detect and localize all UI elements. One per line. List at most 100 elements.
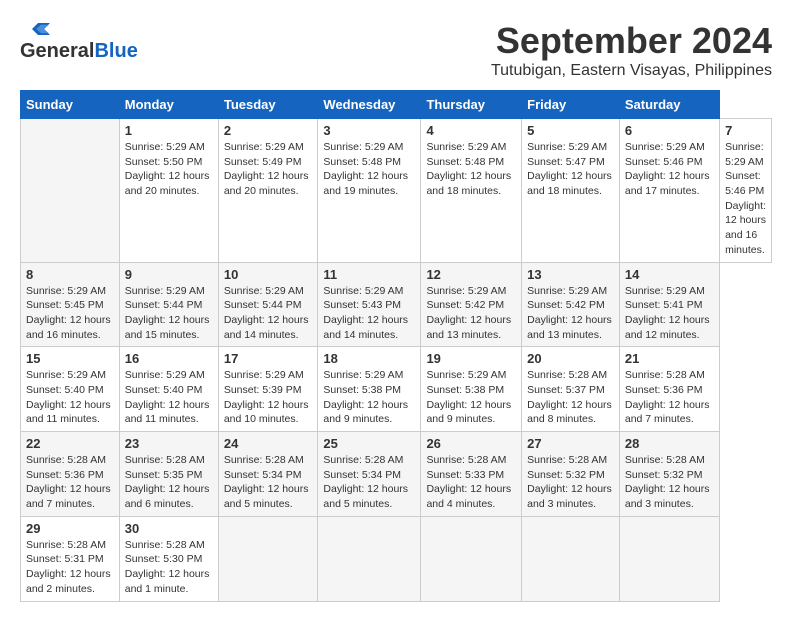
day-number: 7 bbox=[725, 123, 766, 138]
day-info: Sunrise: 5:28 AMSunset: 5:36 PMDaylight:… bbox=[26, 453, 114, 512]
calendar-cell: 21 Sunrise: 5:28 AMSunset: 5:36 PMDayligh… bbox=[619, 347, 719, 432]
calendar-cell: 27 Sunrise: 5:28 AMSunset: 5:32 PMDayligh… bbox=[522, 432, 620, 517]
calendar-cell: 30Sunrise: 5:28 AMSunset: 5:30 PMDayligh… bbox=[119, 516, 218, 601]
calendar-cell: 7 Sunrise: 5:29 AMSunset: 5:46 PMDaylight… bbox=[720, 119, 772, 263]
day-number: 15 bbox=[26, 351, 114, 366]
calendar-cell: 10 Sunrise: 5:29 AMSunset: 5:44 PMDayligh… bbox=[218, 262, 318, 347]
calendar-cell: 28 Sunrise: 5:28 AMSunset: 5:32 PMDayligh… bbox=[619, 432, 719, 517]
day-number: 17 bbox=[224, 351, 313, 366]
day-info: Sunrise: 5:29 AMSunset: 5:50 PMDaylight:… bbox=[125, 140, 213, 199]
day-info: Sunrise: 5:28 AMSunset: 5:37 PMDaylight:… bbox=[527, 368, 614, 427]
col-header-saturday: Saturday bbox=[619, 91, 719, 119]
calendar-cell: 23Sunrise: 5:28 AMSunset: 5:35 PMDayligh… bbox=[119, 432, 218, 517]
week-row-1: 1 Sunrise: 5:29 AMSunset: 5:50 PMDaylight… bbox=[21, 119, 772, 263]
week-row-4: 22 Sunrise: 5:28 AMSunset: 5:36 PMDayligh… bbox=[21, 432, 772, 517]
day-number: 9 bbox=[125, 267, 213, 282]
day-number: 22 bbox=[26, 436, 114, 451]
col-header-sunday: Sunday bbox=[21, 91, 120, 119]
day-info: Sunrise: 5:28 AMSunset: 5:35 PMDaylight:… bbox=[125, 453, 213, 512]
day-number: 13 bbox=[527, 267, 614, 282]
calendar-cell: 3 Sunrise: 5:29 AMSunset: 5:48 PMDaylight… bbox=[318, 119, 421, 263]
day-number: 25 bbox=[323, 436, 415, 451]
day-info: Sunrise: 5:29 AMSunset: 5:48 PMDaylight:… bbox=[426, 140, 516, 199]
day-number: 10 bbox=[224, 267, 313, 282]
calendar-cell: 6 Sunrise: 5:29 AMSunset: 5:46 PMDaylight… bbox=[619, 119, 719, 263]
day-info: Sunrise: 5:29 AMSunset: 5:46 PMDaylight:… bbox=[625, 140, 714, 199]
header-row: SundayMondayTuesdayWednesdayThursdayFrid… bbox=[21, 91, 772, 119]
day-info: Sunrise: 5:28 AMSunset: 5:32 PMDaylight:… bbox=[625, 453, 714, 512]
calendar-cell: 17 Sunrise: 5:29 AMSunset: 5:39 PMDayligh… bbox=[218, 347, 318, 432]
day-info: Sunrise: 5:29 AMSunset: 5:49 PMDaylight:… bbox=[224, 140, 313, 199]
calendar-cell: 4 Sunrise: 5:29 AMSunset: 5:48 PMDaylight… bbox=[421, 119, 522, 263]
calendar-cell: 18 Sunrise: 5:29 AMSunset: 5:38 PMDayligh… bbox=[318, 347, 421, 432]
calendar-cell bbox=[318, 516, 421, 601]
week-row-5: 29 Sunrise: 5:28 AMSunset: 5:31 PMDayligh… bbox=[21, 516, 772, 601]
day-info: Sunrise: 5:29 AMSunset: 5:39 PMDaylight:… bbox=[224, 368, 313, 427]
calendar-cell: 8Sunrise: 5:29 AMSunset: 5:45 PMDaylight… bbox=[21, 262, 120, 347]
day-info: Sunrise: 5:29 AMSunset: 5:40 PMDaylight:… bbox=[125, 368, 213, 427]
day-number: 19 bbox=[426, 351, 516, 366]
day-number: 29 bbox=[26, 521, 114, 536]
header: General Blue September 2024 Tutubigan, E… bbox=[20, 20, 772, 80]
day-number: 26 bbox=[426, 436, 516, 451]
day-number: 6 bbox=[625, 123, 714, 138]
calendar-cell: 13 Sunrise: 5:29 AMSunset: 5:42 PMDayligh… bbox=[522, 262, 620, 347]
calendar-cell: 20 Sunrise: 5:28 AMSunset: 5:37 PMDayligh… bbox=[522, 347, 620, 432]
day-number: 27 bbox=[527, 436, 614, 451]
calendar-cell bbox=[619, 516, 719, 601]
day-info: Sunrise: 5:28 AMSunset: 5:33 PMDaylight:… bbox=[426, 453, 516, 512]
day-number: 4 bbox=[426, 123, 516, 138]
day-number: 30 bbox=[125, 521, 213, 536]
calendar-cell bbox=[21, 119, 120, 263]
logo-general: General bbox=[20, 40, 94, 63]
calendar-cell bbox=[522, 516, 620, 601]
calendar-cell: 16Sunrise: 5:29 AMSunset: 5:40 PMDayligh… bbox=[119, 347, 218, 432]
logo-icon bbox=[20, 20, 50, 38]
week-row-3: 15 Sunrise: 5:29 AMSunset: 5:40 PMDayligh… bbox=[21, 347, 772, 432]
logo: General Blue bbox=[20, 20, 138, 63]
calendar-cell: 1 Sunrise: 5:29 AMSunset: 5:50 PMDaylight… bbox=[119, 119, 218, 263]
calendar-cell: 22 Sunrise: 5:28 AMSunset: 5:36 PMDayligh… bbox=[21, 432, 120, 517]
day-info: Sunrise: 5:29 AMSunset: 5:40 PMDaylight:… bbox=[26, 368, 114, 427]
calendar-cell: 2 Sunrise: 5:29 AMSunset: 5:49 PMDaylight… bbox=[218, 119, 318, 263]
day-number: 3 bbox=[323, 123, 415, 138]
day-number: 11 bbox=[323, 267, 415, 282]
col-header-wednesday: Wednesday bbox=[318, 91, 421, 119]
calendar-cell: 11Sunrise: 5:29 AMSunset: 5:43 PMDayligh… bbox=[318, 262, 421, 347]
day-info: Sunrise: 5:29 AMSunset: 5:42 PMDaylight:… bbox=[527, 284, 614, 343]
calendar-cell: 15 Sunrise: 5:29 AMSunset: 5:40 PMDayligh… bbox=[21, 347, 120, 432]
day-info: Sunrise: 5:28 AMSunset: 5:32 PMDaylight:… bbox=[527, 453, 614, 512]
day-number: 1 bbox=[125, 123, 213, 138]
title-area: September 2024 Tutubigan, Eastern Visaya… bbox=[491, 20, 772, 80]
calendar-cell: 19Sunrise: 5:29 AMSunset: 5:38 PMDayligh… bbox=[421, 347, 522, 432]
day-info: Sunrise: 5:28 AMSunset: 5:36 PMDaylight:… bbox=[625, 368, 714, 427]
day-info: Sunrise: 5:29 AMSunset: 5:42 PMDaylight:… bbox=[426, 284, 516, 343]
day-info: Sunrise: 5:29 AMSunset: 5:38 PMDaylight:… bbox=[323, 368, 415, 427]
day-number: 21 bbox=[625, 351, 714, 366]
calendar-cell: 12Sunrise: 5:29 AMSunset: 5:42 PMDayligh… bbox=[421, 262, 522, 347]
day-number: 8 bbox=[26, 267, 114, 282]
day-number: 14 bbox=[625, 267, 714, 282]
day-number: 20 bbox=[527, 351, 614, 366]
day-info: Sunrise: 5:29 AMSunset: 5:44 PMDaylight:… bbox=[224, 284, 313, 343]
day-number: 28 bbox=[625, 436, 714, 451]
page-subtitle: Tutubigan, Eastern Visayas, Philippines bbox=[491, 62, 772, 80]
calendar-cell: 14 Sunrise: 5:29 AMSunset: 5:41 PMDayligh… bbox=[619, 262, 719, 347]
calendar-cell: 26 Sunrise: 5:28 AMSunset: 5:33 PMDayligh… bbox=[421, 432, 522, 517]
day-number: 24 bbox=[224, 436, 313, 451]
logo-blue: Blue bbox=[94, 40, 137, 63]
day-info: Sunrise: 5:28 AMSunset: 5:34 PMDaylight:… bbox=[323, 453, 415, 512]
calendar-cell bbox=[421, 516, 522, 601]
col-header-tuesday: Tuesday bbox=[218, 91, 318, 119]
day-info: Sunrise: 5:28 AMSunset: 5:34 PMDaylight:… bbox=[224, 453, 313, 512]
day-number: 18 bbox=[323, 351, 415, 366]
calendar-cell bbox=[218, 516, 318, 601]
day-info: Sunrise: 5:29 AMSunset: 5:41 PMDaylight:… bbox=[625, 284, 714, 343]
day-info: Sunrise: 5:29 AMSunset: 5:46 PMDaylight:… bbox=[725, 140, 766, 258]
day-info: Sunrise: 5:28 AMSunset: 5:31 PMDaylight:… bbox=[26, 538, 114, 597]
day-number: 2 bbox=[224, 123, 313, 138]
page-title: September 2024 bbox=[491, 20, 772, 62]
calendar-cell: 25 Sunrise: 5:28 AMSunset: 5:34 PMDayligh… bbox=[318, 432, 421, 517]
calendar-cell: 9Sunrise: 5:29 AMSunset: 5:44 PMDaylight… bbox=[119, 262, 218, 347]
day-info: Sunrise: 5:29 AMSunset: 5:48 PMDaylight:… bbox=[323, 140, 415, 199]
